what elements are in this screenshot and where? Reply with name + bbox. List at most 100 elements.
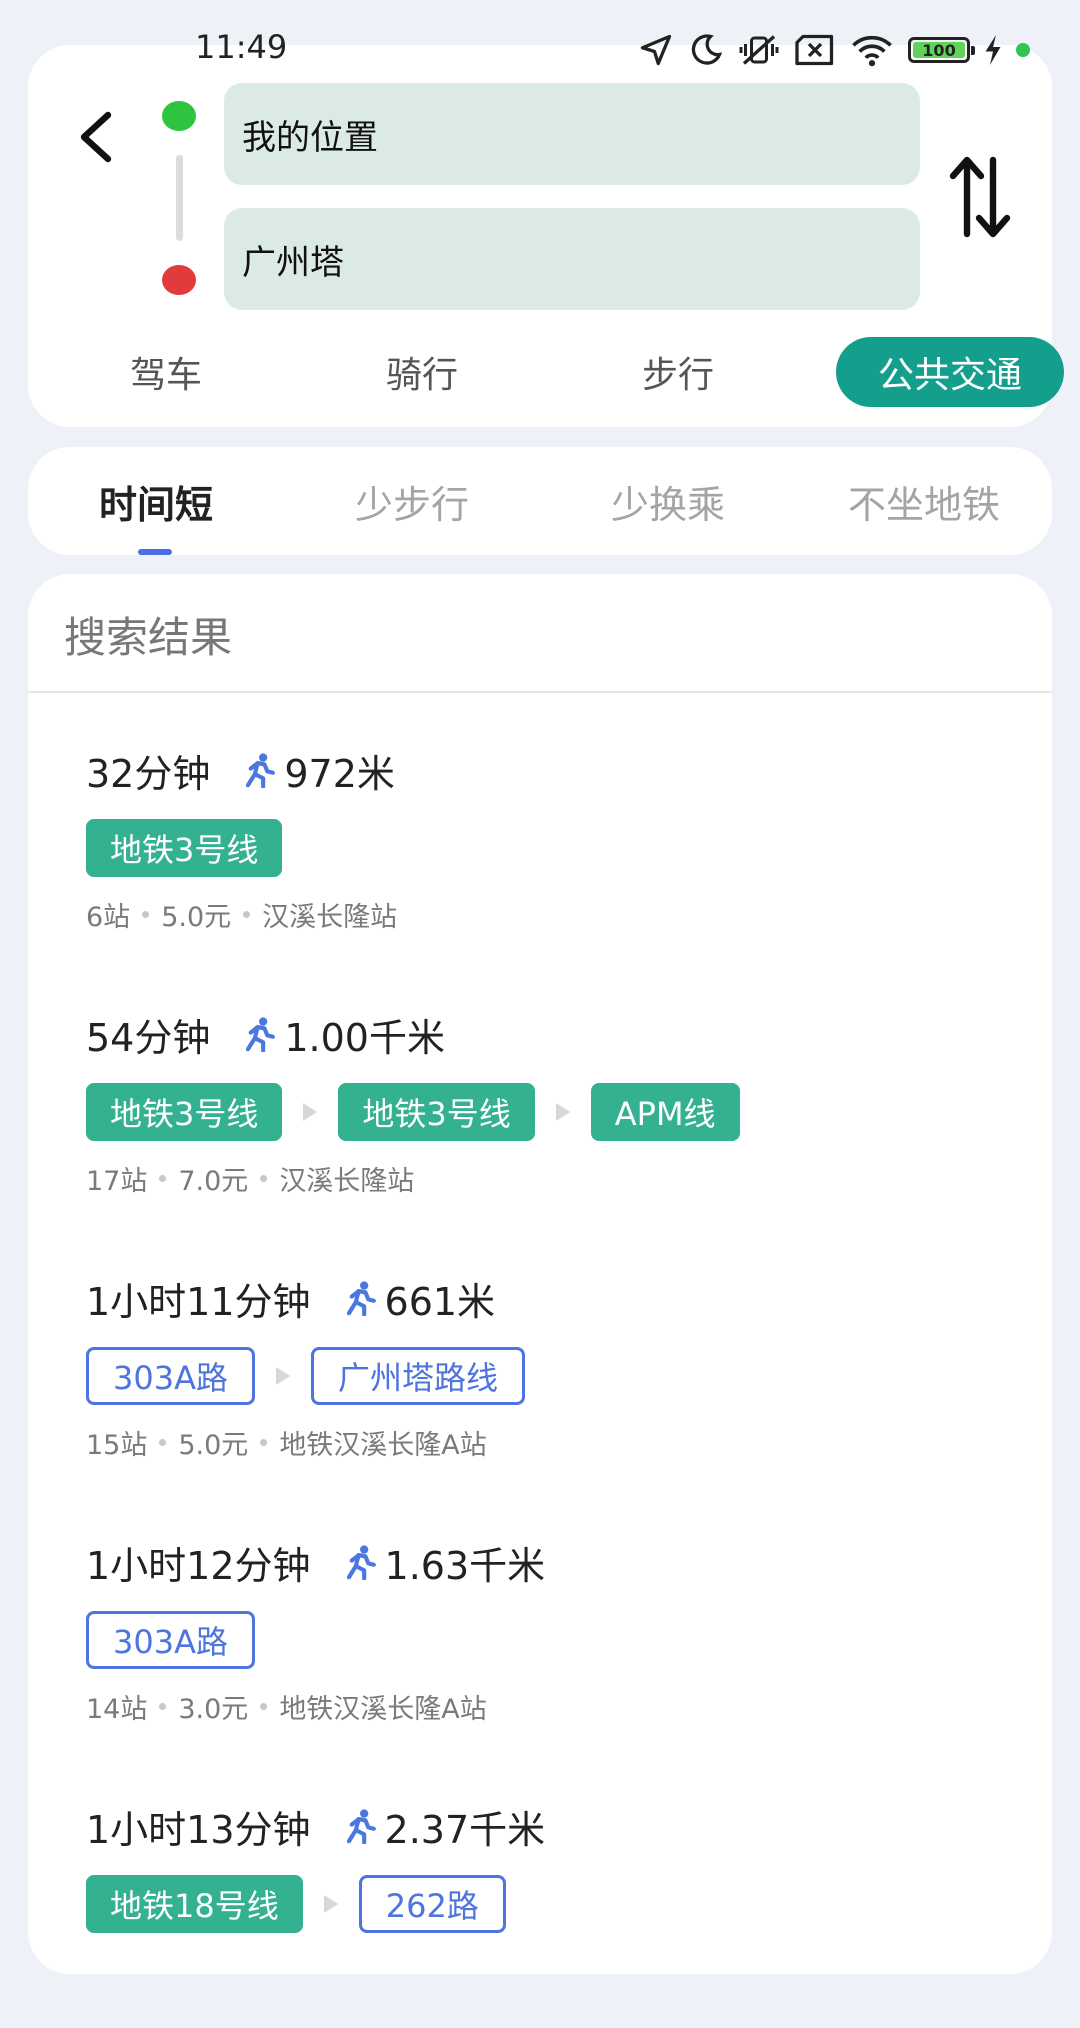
route-option[interactable]: 1小时13分钟 2.37千米 地铁18号线 262路 [86, 1798, 1026, 2028]
search-results-card: 搜索结果 32分钟 972米 地铁3号线 6站 5.0元 汉溪长隆站 54分钟 [28, 574, 1052, 1974]
start-location-field[interactable]: 我的位置 [224, 83, 920, 185]
separator-dot [159, 1702, 167, 1710]
boarding-station: 汉溪长隆站 [279, 1165, 415, 1197]
bus-line-tag: 广州塔路线 [310, 1347, 525, 1405]
route-connector-line [176, 155, 183, 241]
swap-locations-button[interactable] [940, 153, 1020, 241]
swap-arrows-icon [949, 156, 1011, 238]
results-title: 搜索结果 [64, 613, 233, 662]
route-info: 15站 5.0元 地铁汉溪长隆A站 [86, 1422, 487, 1462]
location-arrow-icon [640, 34, 672, 66]
route-duration: 32分钟 [86, 751, 211, 796]
transit-lines: 303A路 [86, 1610, 255, 1670]
back-arrow-icon [80, 111, 112, 163]
route-header: 32分钟 972米 [86, 742, 395, 798]
tab-no-subway[interactable]: 不坐地铁 [796, 447, 1052, 555]
bus-line-tag: 262路 [358, 1875, 506, 1933]
status-bar: 11:49 100 [0, 20, 1080, 74]
stop-count: 14站 [86, 1693, 148, 1725]
route-option[interactable]: 32分钟 972米 地铁3号线 6站 5.0元 汉溪长隆站 [86, 742, 1026, 972]
route-duration: 1小时11分钟 [86, 1279, 311, 1324]
tab-shortest-time[interactable]: 时间短 [28, 447, 284, 555]
route-header: 1小时12分钟 1.63千米 [86, 1534, 545, 1590]
active-tab-indicator [138, 549, 172, 555]
walk-distance: 2.37千米 [343, 1799, 546, 1854]
route-input-card: 我的位置 广州塔 驾车 骑行 步行 公共交通 [28, 45, 1064, 427]
transit-lines: 地铁3号线 [86, 818, 283, 878]
tab-less-walking[interactable]: 少步行 [284, 447, 540, 555]
route-header: 1小时13分钟 2.37千米 [86, 1798, 545, 1854]
status-time: 11:49 [195, 28, 288, 66]
back-button[interactable] [64, 101, 128, 173]
sim-off-icon [795, 34, 834, 66]
walk-distance-value: 1.00千米 [284, 1015, 445, 1060]
end-location-field[interactable]: 广州塔 [224, 208, 920, 310]
transit-lines: 303A路 广州塔路线 [86, 1346, 525, 1406]
start-point-marker [162, 101, 196, 131]
boarding-station: 汉溪长隆站 [262, 901, 398, 933]
separator-dot [260, 1174, 268, 1182]
route-info: 14站 3.0元 地铁汉溪长隆A站 [86, 1686, 487, 1726]
end-point-marker [162, 265, 196, 295]
separator-dot [159, 1174, 167, 1182]
route-header: 1小时11分钟 661米 [86, 1270, 495, 1326]
separator-dot [260, 1438, 268, 1446]
separator-dot [260, 1702, 268, 1710]
tab-public-transit[interactable]: 公共交通 [836, 337, 1064, 407]
transfer-arrow-icon [255, 1367, 311, 1385]
bus-line-tag: 303A路 [86, 1347, 255, 1405]
walk-distance-value: 2.37千米 [384, 1807, 546, 1852]
fare: 5.0元 [178, 1429, 249, 1461]
subway-line-tag: 地铁3号线 [86, 1083, 283, 1141]
route-duration: 1小时12分钟 [86, 1543, 311, 1588]
walking-person-icon [346, 1809, 376, 1844]
transit-lines: 地铁3号线 地铁3号线 APM线 [86, 1082, 740, 1142]
charging-bolt-icon [985, 35, 1001, 65]
tab-fewer-transfers[interactable]: 少换乘 [540, 447, 796, 555]
walk-distance: 972米 [242, 743, 395, 798]
fare: 3.0元 [178, 1693, 249, 1725]
walk-distance-value: 1.63千米 [384, 1543, 546, 1588]
walking-person-icon [246, 1017, 276, 1052]
start-location-text: 我的位置 [242, 117, 378, 158]
walk-distance-value: 972米 [284, 751, 395, 796]
stop-count: 6站 [86, 901, 131, 933]
fare: 5.0元 [161, 901, 232, 933]
tab-walk[interactable]: 步行 [608, 337, 748, 407]
separator-dot [142, 910, 150, 918]
boarding-station: 地铁汉溪长隆A站 [279, 1429, 487, 1461]
stop-count: 15站 [86, 1429, 148, 1461]
route-header: 54分钟 1.00千米 [86, 1006, 445, 1062]
battery-level: 100 [913, 41, 965, 60]
route-info: 6站 5.0元 汉溪长隆站 [86, 894, 397, 934]
walk-distance: 1.00千米 [242, 1007, 445, 1062]
route-option[interactable]: 1小时12分钟 1.63千米 303A路 14站 3.0元 地铁汉溪长隆A站 [86, 1534, 1026, 1764]
tab-cycle[interactable]: 骑行 [352, 337, 492, 407]
subway-line-tag: 地铁18号线 [86, 1875, 303, 1933]
divider [28, 691, 1052, 693]
privacy-indicator-icon [1016, 43, 1030, 57]
subway-line-tag: APM线 [590, 1083, 740, 1141]
route-info: 17站 7.0元 汉溪长隆站 [86, 1158, 414, 1198]
walking-person-icon [346, 1545, 376, 1580]
status-icons: 100 [638, 30, 1030, 70]
transfer-arrow-icon [282, 1103, 338, 1121]
separator-dot [159, 1438, 167, 1446]
route-option[interactable]: 1小时11分钟 661米 303A路 广州塔路线 15站 5.0元 地铁汉溪长隆… [86, 1270, 1026, 1500]
route-option[interactable]: 54分钟 1.00千米 地铁3号线 地铁3号线 APM线 17站 7.0元 汉溪… [86, 1006, 1026, 1236]
tab-drive[interactable]: 驾车 [96, 337, 236, 407]
route-duration: 1小时13分钟 [86, 1807, 311, 1852]
end-location-text: 广州塔 [242, 242, 344, 283]
stop-count: 17站 [86, 1165, 148, 1197]
fare: 7.0元 [178, 1165, 249, 1197]
subway-line-tag: 地铁3号线 [86, 819, 283, 877]
transfer-arrow-icon [535, 1103, 591, 1121]
walk-distance: 1.63千米 [343, 1535, 546, 1590]
transfer-arrow-icon [303, 1895, 359, 1913]
route-preference-tabs: 时间短 少步行 少换乘 不坐地铁 [28, 447, 1052, 555]
walking-person-icon [346, 1281, 376, 1316]
vibrate-off-icon [739, 35, 779, 65]
boarding-station: 地铁汉溪长隆A站 [279, 1693, 487, 1725]
walking-person-icon [246, 753, 276, 788]
subway-line-tag: 地铁3号线 [338, 1083, 535, 1141]
